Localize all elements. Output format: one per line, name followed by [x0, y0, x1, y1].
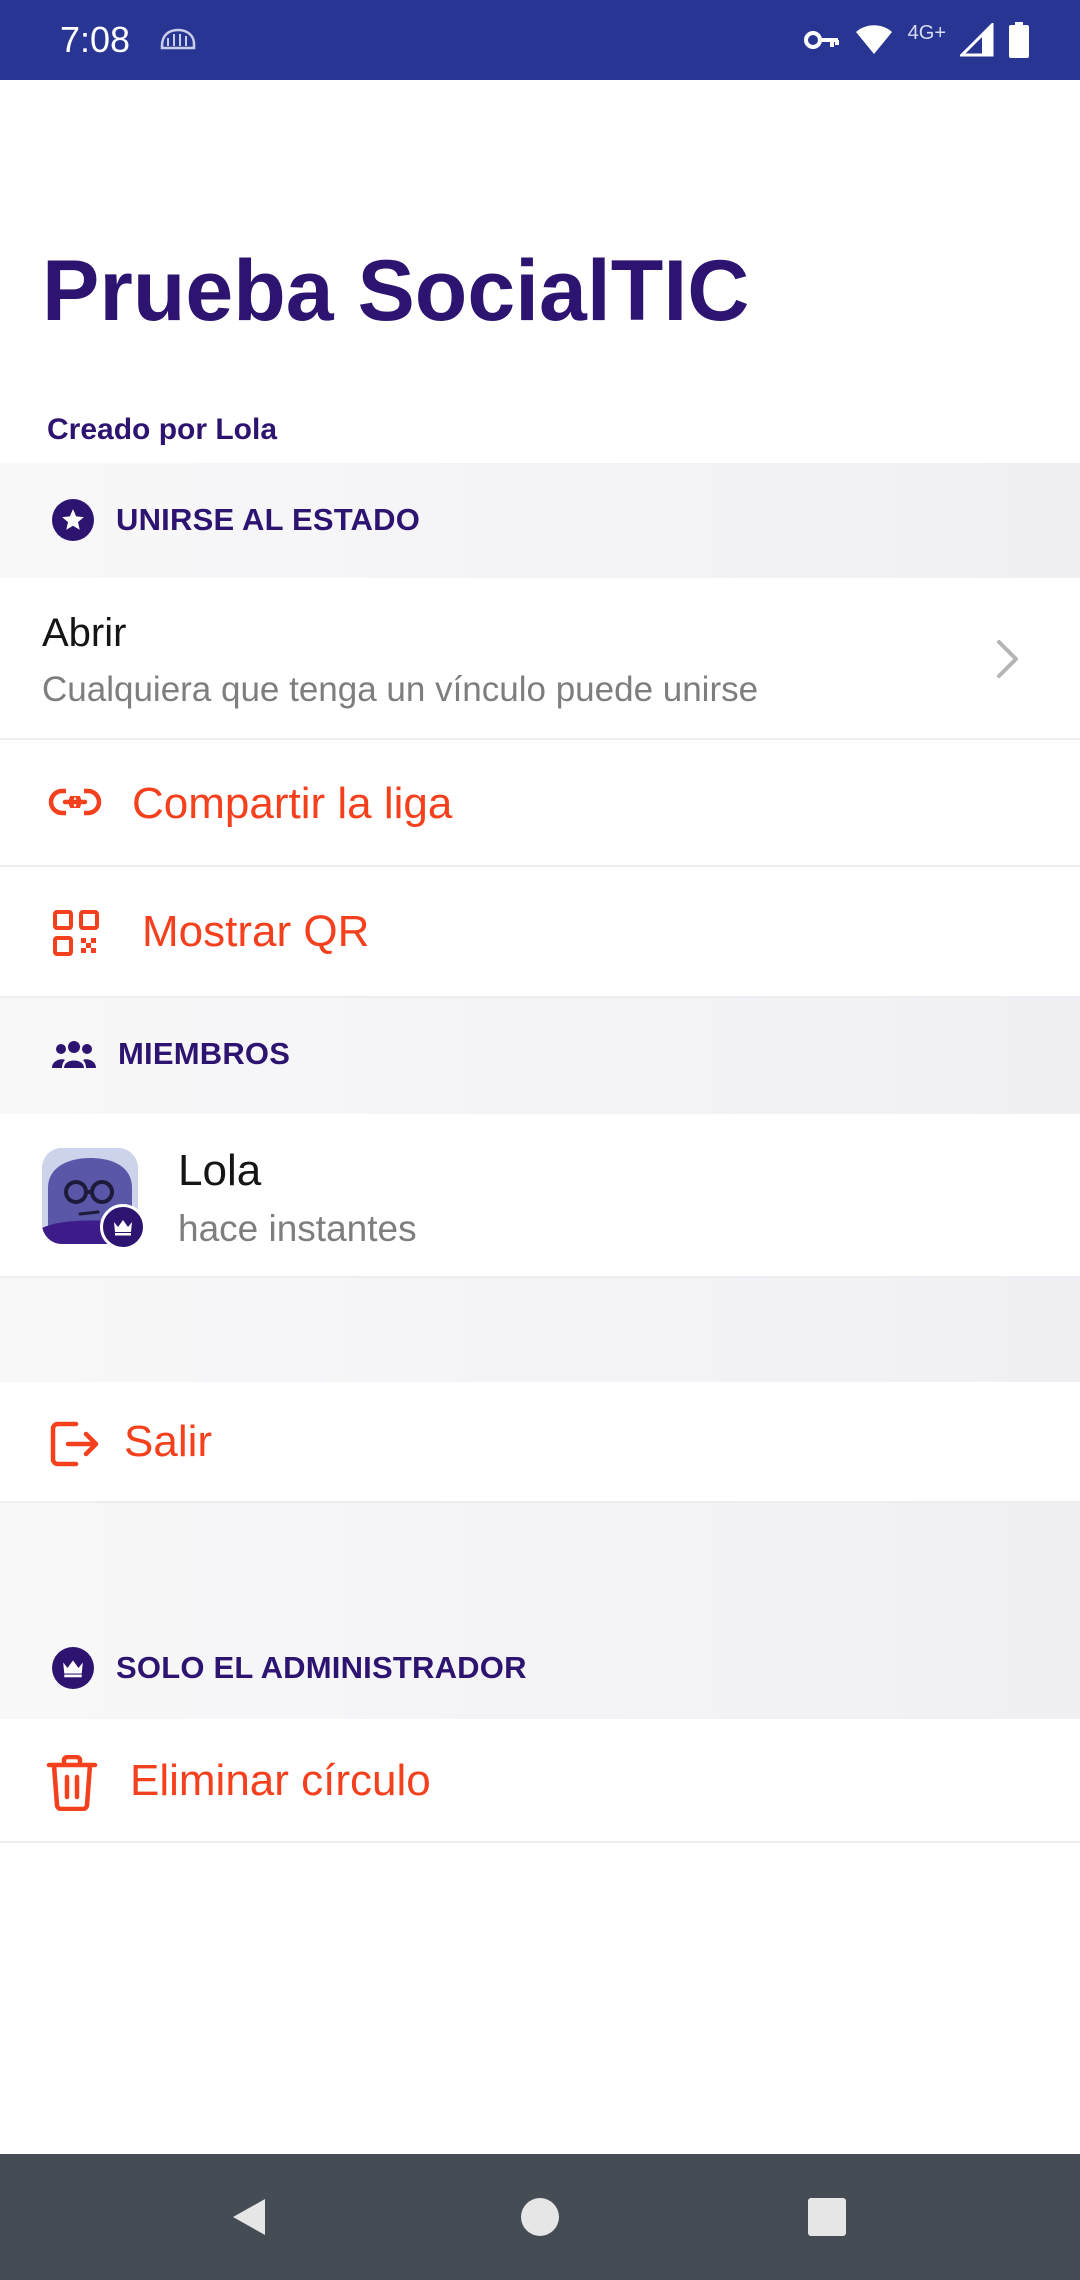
- status-icons: 4G+: [803, 18, 1030, 62]
- page-title: Prueba SocialTIC: [42, 243, 750, 339]
- open-join-title: Abrir: [42, 611, 127, 655]
- share-link-row[interactable]: Compartir la liga: [0, 740, 1080, 867]
- back-icon: [233, 2199, 265, 2235]
- link-icon: [48, 788, 102, 816]
- join-section-header: UNIRSE AL ESTADO: [0, 463, 1080, 578]
- hardware-chip-icon: [160, 28, 196, 50]
- created-by-label: Creado por Lola: [47, 413, 278, 446]
- status-bar: 7:08 4G+: [0, 0, 1080, 80]
- exit-icon: [50, 1421, 99, 1467]
- delete-circle-row[interactable]: Eliminar círculo: [0, 1719, 1080, 1843]
- open-join-description: Cualquiera que tenga un vínculo puede un…: [42, 670, 759, 709]
- join-section-title: UNIRSE AL ESTADO: [116, 502, 421, 537]
- section-spacer: [0, 1278, 1080, 1382]
- show-qr-row[interactable]: Mostrar QR: [0, 867, 1080, 998]
- wifi-icon: [855, 25, 892, 54]
- leave-row[interactable]: Salir: [0, 1382, 1080, 1503]
- admin-section-header: SOLO EL ADMINISTRADOR: [0, 1503, 1080, 1719]
- people-icon: [52, 1041, 96, 1068]
- chevron-right-icon: [997, 640, 1018, 678]
- crown-icon: [100, 1204, 146, 1250]
- member-name: Lola: [178, 1146, 262, 1195]
- navigation-bar: [0, 2154, 1080, 2280]
- home-button[interactable]: [515, 2192, 565, 2242]
- star-icon: [52, 499, 94, 541]
- avatar: [42, 1148, 146, 1250]
- recents-icon: [808, 2198, 846, 2236]
- member-row[interactable]: Lola hace instantes: [0, 1114, 1080, 1278]
- admin-section-title: SOLO EL ADMINISTRADOR: [116, 1650, 527, 1685]
- show-qr-label: Mostrar QR: [142, 907, 370, 956]
- recents-button[interactable]: [802, 2192, 852, 2242]
- network-type: 4G+: [907, 21, 946, 44]
- vpn-key-icon: [803, 31, 839, 49]
- crown-icon: [52, 1647, 94, 1689]
- status-time: 7:08: [60, 19, 131, 60]
- trash-icon: [46, 1755, 98, 1811]
- delete-circle-label: Eliminar círculo: [130, 1756, 431, 1805]
- qr-code-icon: [53, 910, 99, 956]
- home-icon: [521, 2198, 559, 2236]
- battery-icon: [1009, 22, 1029, 58]
- members-section-header: MIEMBROS: [0, 998, 1080, 1114]
- member-last-seen: hace instantes: [178, 1208, 417, 1249]
- back-button[interactable]: [224, 2192, 274, 2242]
- open-join-row[interactable]: Abrir Cualquiera que tenga un vínculo pu…: [0, 578, 1080, 740]
- members-section-title: MIEMBROS: [118, 1036, 291, 1071]
- signal-icon: [960, 23, 994, 57]
- leave-label: Salir: [124, 1417, 213, 1466]
- share-link-label: Compartir la liga: [132, 779, 453, 828]
